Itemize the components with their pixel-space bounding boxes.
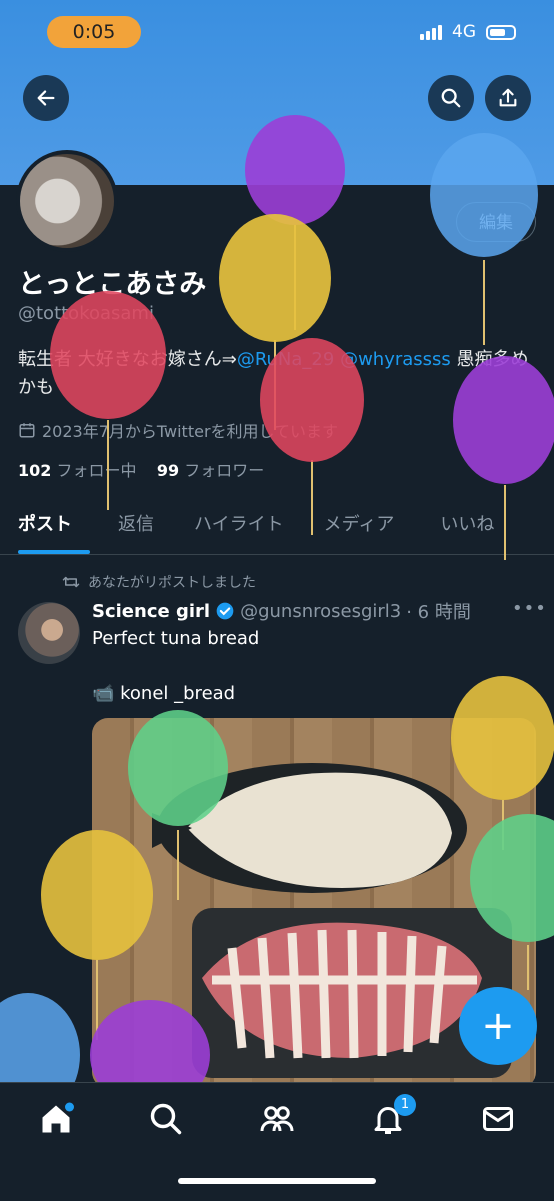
communities-icon[interactable] — [259, 1101, 295, 1137]
post-more-icon[interactable]: ••• — [512, 598, 547, 619]
search-icon — [441, 88, 461, 108]
followers-link[interactable]: 99 フォロワー — [157, 461, 264, 480]
follow-stats: 102 フォロー中 99 フォロワー — [18, 457, 264, 481]
post-text: Perfect tuna bread — [92, 628, 260, 649]
post-time: · 6 時間 — [406, 602, 471, 623]
network-type: 4G — [452, 22, 476, 42]
arrow-left-icon — [37, 90, 55, 106]
tab-media[interactable]: メディア — [302, 498, 413, 554]
bio-mention-2[interactable]: @whyrassss — [340, 349, 451, 370]
joined-text: 2023年7月からTwitterを利用しています — [42, 422, 339, 441]
signal-icon — [420, 24, 442, 40]
bio-mention-1[interactable]: @RuNa_29 — [237, 349, 335, 370]
profile-tabs: ポスト 返信 ハイライト メディア いいね — [0, 498, 554, 555]
status-timer: 0:05 — [47, 16, 141, 48]
post-author[interactable]: Science girl @gunsnrosesgirl3 · 6 時間 — [92, 598, 471, 624]
share-icon — [499, 88, 517, 107]
author-name: Science girl — [92, 600, 211, 622]
tab-replies[interactable]: 返信 — [90, 498, 172, 554]
following-link[interactable]: 102 フォロー中 — [18, 461, 137, 480]
home-icon[interactable] — [38, 1101, 74, 1137]
verified-badge-icon — [216, 602, 234, 620]
post-text-credit: 📹 konel _bread — [92, 683, 236, 704]
tab-posts[interactable]: ポスト — [0, 498, 90, 554]
following-count: 102 — [18, 461, 52, 480]
notification-badge: 1 — [394, 1094, 416, 1116]
bio-text: 転生者 大好きなお嫁さん⇒ — [18, 349, 237, 370]
search-button[interactable] — [428, 75, 474, 121]
messages-icon[interactable] — [480, 1101, 516, 1137]
joined-date: 2023年7月からTwitterを利用しています — [18, 418, 338, 442]
tab-likes[interactable]: いいね — [412, 498, 512, 554]
battery-icon — [486, 24, 516, 40]
edit-profile-button[interactable]: 編集 — [456, 202, 536, 242]
profile-handle: @tottokoasami — [18, 303, 154, 324]
repost-icon — [62, 576, 80, 588]
home-indicator — [178, 1178, 376, 1184]
share-button[interactable] — [485, 75, 531, 121]
back-button[interactable] — [23, 75, 69, 121]
post-author-avatar[interactable] — [18, 602, 80, 664]
compose-button[interactable]: + — [459, 987, 537, 1065]
profile-name: とっとこあさみ — [18, 269, 207, 300]
followers-count: 99 — [156, 461, 180, 480]
profile-bio: 転生者 大好きなお嫁さん⇒@RuNa_29 @whyrassss 愚痴多めかも — [18, 346, 538, 402]
explore-search-icon[interactable] — [148, 1101, 184, 1137]
tab-highlights[interactable]: ハイライト — [172, 498, 302, 554]
repost-indicator: あなたがリポストしました — [62, 572, 256, 592]
profile-avatar[interactable] — [16, 150, 118, 252]
author-handle: @gunsnrosesgirl3 — [240, 600, 402, 622]
status-indicators: 4G — [420, 22, 516, 42]
calendar-icon — [19, 423, 35, 438]
